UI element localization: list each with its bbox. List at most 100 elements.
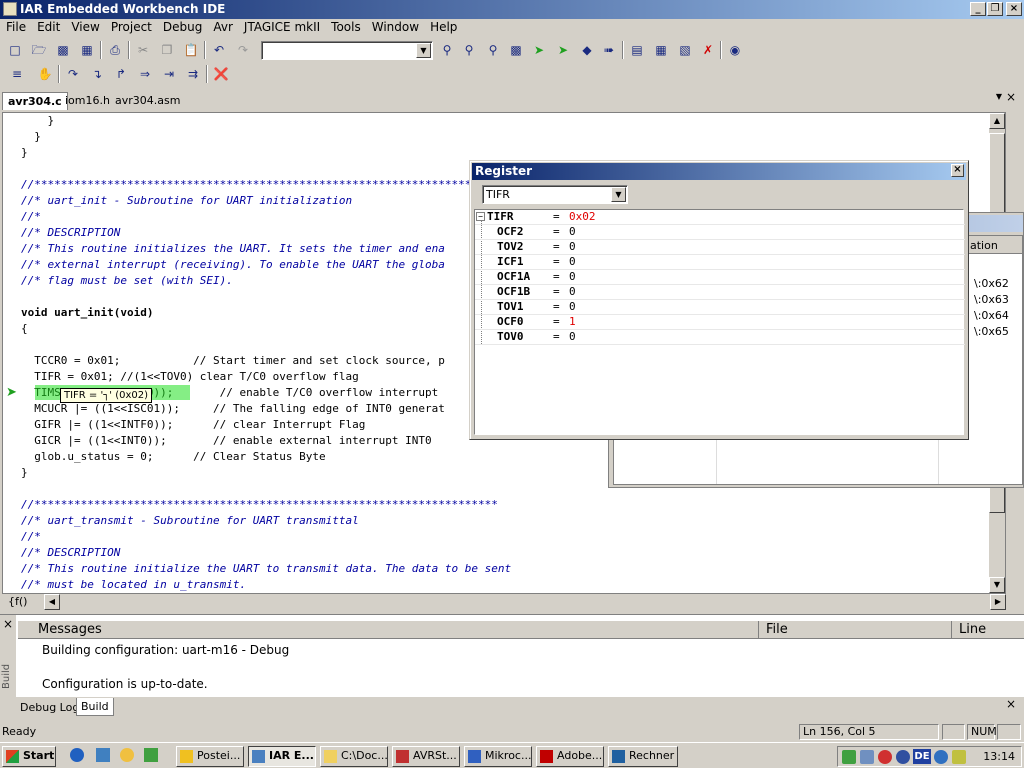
quicklaunch-icon[interactable] (96, 748, 110, 762)
go-icon[interactable]: ⇉ (184, 65, 202, 83)
tab-list-icon[interactable]: ▼ (996, 92, 1002, 101)
find-combo[interactable]: ▼ (261, 41, 433, 60)
find-icon[interactable]: ⚲ (438, 41, 456, 59)
copy-icon[interactable]: ❐ (158, 41, 176, 59)
taskbar: Start Postei... IAR E... C:\Doc... AVRSt… (0, 742, 1024, 768)
scroll-right-icon[interactable]: ▶ (990, 594, 1006, 610)
restore-button[interactable]: ❐ (987, 2, 1003, 16)
menu-debug[interactable]: Debug (157, 19, 207, 34)
step-over-icon[interactable]: ↷ (64, 65, 82, 83)
task-mikroc[interactable]: Mikroc... (464, 746, 532, 767)
menu-project[interactable]: Project (105, 19, 157, 34)
menu-window[interactable]: Window (366, 19, 424, 34)
tab-iom16-h[interactable]: iom16.h (60, 92, 115, 110)
task-adobe[interactable]: Adobe... (536, 746, 604, 767)
find-prev-icon[interactable]: ⚲ (484, 41, 502, 59)
register-row[interactable]: OCF0 = 1 (475, 315, 965, 330)
tray-speaker-icon[interactable] (952, 750, 966, 764)
redo-icon[interactable]: ↷ (234, 41, 252, 59)
open-folder-icon[interactable]: 🗁 (30, 41, 48, 59)
tab-avr304-asm[interactable]: avr304.asm (110, 92, 185, 110)
paste-icon[interactable]: 📋 (182, 41, 200, 59)
compile-icon[interactable]: ▤ (628, 41, 646, 59)
ie-icon[interactable] (70, 748, 84, 762)
run-to-cursor-icon[interactable]: ⇥ (160, 65, 178, 83)
quicklaunch-app-icon[interactable] (144, 748, 158, 762)
output-tabs: Debug Log Build × (0, 697, 1024, 719)
quicklaunch-clock-icon[interactable] (120, 748, 134, 762)
register-row[interactable]: − TIFR = 0x02 (475, 210, 965, 225)
tab-build[interactable]: Build (76, 698, 114, 716)
new-file-icon[interactable]: □ (6, 41, 24, 59)
step-into-icon[interactable]: ↴ (88, 65, 106, 83)
find-next-icon[interactable]: ⚲ (460, 41, 478, 59)
tray-network-icon[interactable] (842, 750, 856, 764)
register-group-select[interactable]: TIFR ▼ (482, 185, 628, 204)
goto-icon[interactable]: ▩ (507, 41, 525, 59)
undo-icon[interactable]: ↶ (210, 41, 228, 59)
start-button[interactable]: Start (2, 746, 56, 767)
register-row[interactable]: OCF1A = 0 (475, 270, 965, 285)
register-row[interactable]: TOV0 = 0 (475, 330, 965, 345)
register-row[interactable]: OCF1B = 0 (475, 285, 965, 300)
next-statement-icon[interactable]: ⇒ (136, 65, 154, 83)
debug-icon[interactable]: ◉ (726, 41, 744, 59)
print-icon[interactable]: ⎙ (106, 41, 124, 59)
tray-antivirus-icon[interactable] (878, 750, 892, 764)
tray-info-icon[interactable] (896, 750, 910, 764)
tray-volume-icon[interactable] (934, 750, 948, 764)
tab-avr304-c[interactable]: avr304.c (2, 92, 68, 110)
task-avrstudio[interactable]: AVRSt... (392, 746, 460, 767)
menu-view[interactable]: View (65, 19, 104, 34)
tab-debug-log[interactable]: Debug Log (16, 699, 83, 717)
register-row[interactable]: OCF2 = 0 (475, 225, 965, 240)
cut-icon[interactable]: ✂ (134, 41, 152, 59)
step-out-icon[interactable]: ↱ (112, 65, 130, 83)
bookmark-icon[interactable]: ➤ (530, 41, 548, 59)
reset-icon[interactable]: ≡ (8, 65, 26, 83)
file-column[interactable]: File (760, 621, 952, 639)
register-row[interactable]: ICF1 = 0 (475, 255, 965, 270)
line-column[interactable]: Line (953, 621, 1023, 639)
stop-debugging-icon[interactable]: ❌ (212, 65, 230, 83)
task-iar[interactable]: IAR E... (248, 746, 316, 767)
register-close-icon[interactable]: × (951, 164, 964, 177)
menu-jtagice[interactable]: JTAGICE mkII (238, 19, 325, 34)
menu-edit[interactable]: Edit (31, 19, 65, 34)
messages-column[interactable]: Messages (18, 621, 759, 639)
save-icon[interactable]: ▩ (54, 41, 72, 59)
menu-file[interactable]: File (0, 19, 31, 34)
register-window[interactable]: Register × TIFR ▼ − TIFR = 0x02 OCF2 = 0 TOV… (469, 160, 969, 440)
menu-avr[interactable]: Avr (207, 19, 238, 34)
toggle-breakpoint-icon[interactable]: ✗ (699, 41, 717, 59)
scroll-down-icon[interactable]: ▼ (989, 577, 1005, 593)
function-nav[interactable]: {f() (8, 595, 27, 608)
chevron-down-icon[interactable]: ▼ (611, 187, 626, 202)
task-postei[interactable]: Postei... (176, 746, 244, 767)
task-rechner[interactable]: Rechner (608, 746, 678, 767)
tab-close-icon[interactable]: × (1006, 90, 1016, 104)
stop-build-icon[interactable]: ▧ (676, 41, 694, 59)
scroll-up-icon[interactable]: ▲ (989, 113, 1005, 129)
menu-tools[interactable]: Tools (325, 19, 366, 34)
register-row[interactable]: TOV1 = 0 (475, 300, 965, 315)
make-icon[interactable]: ▦ (652, 41, 670, 59)
scroll-left-icon[interactable]: ◀ (44, 594, 60, 610)
output-close-icon[interactable]: × (1006, 697, 1016, 711)
menu-help[interactable]: Help (424, 19, 462, 34)
minimize-button[interactable]: _ (970, 2, 986, 16)
navigate-icon[interactable]: ◆ (578, 41, 596, 59)
tray-usb-icon[interactable] (860, 750, 874, 764)
tray-language[interactable]: DE (913, 749, 931, 764)
chevron-down-icon[interactable]: ▼ (416, 43, 431, 58)
break-icon[interactable]: ✋ (36, 65, 54, 83)
register-row[interactable]: TOV2 = 0 (475, 240, 965, 255)
save-all-icon[interactable]: ▦ (78, 41, 96, 59)
next-bookmark-icon[interactable]: ➤ (554, 41, 572, 59)
panel-close-icon[interactable]: × (3, 617, 13, 631)
collapse-icon[interactable]: − (476, 212, 485, 221)
editor-hscroll[interactable]: {f() ◀ ▶ (2, 594, 1006, 610)
navigate-fwd-icon[interactable]: ➠ (600, 41, 618, 59)
task-explorer[interactable]: C:\Doc... (320, 746, 388, 767)
close-button[interactable]: × (1006, 2, 1022, 16)
